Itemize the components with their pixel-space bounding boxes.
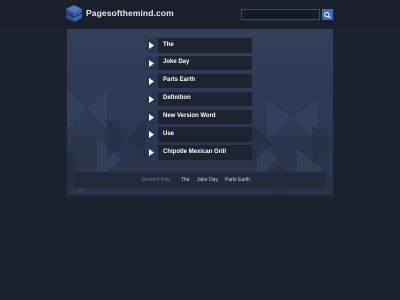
related-links-title: Related links <box>142 177 171 183</box>
link-arrow-box <box>146 91 158 107</box>
link-arrow-box <box>146 38 158 53</box>
related-link-joke-day[interactable]: Joke Day <box>197 177 218 183</box>
site-logo-icon[interactable] <box>66 5 82 22</box>
link-item-new-version-word[interactable]: New Version Word <box>146 109 252 125</box>
link-label: New Version Word <box>163 113 216 120</box>
play-arrow-icon <box>149 95 154 103</box>
related-link-the[interactable]: The <box>181 177 190 183</box>
play-arrow-icon <box>149 113 154 121</box>
header-bar: Pagesofthemind.com <box>0 0 400 28</box>
link-label: Parts Earth <box>163 77 196 84</box>
play-arrow-icon <box>149 42 154 49</box>
search-input[interactable] <box>241 9 320 20</box>
link-arrow-box <box>146 73 158 89</box>
link-item-definition[interactable]: Definition <box>146 91 252 107</box>
site-name[interactable]: Pagesofthemind.com <box>86 8 174 18</box>
link-arrow-box <box>146 145 158 160</box>
search-button[interactable] <box>322 9 333 20</box>
link-item-use[interactable]: Use <box>146 127 252 142</box>
link-list: The Joke Day Parts Earth Definition New … <box>146 38 252 163</box>
link-arrow-box <box>146 127 158 142</box>
search-icon <box>324 11 331 19</box>
link-item-joke-day[interactable]: Joke Day <box>146 55 252 71</box>
link-item-chipotle-mexican-grill[interactable]: Chipotle Mexican Grill <box>146 145 252 160</box>
play-arrow-icon <box>149 149 154 157</box>
related-links-bar: Related links The Joke Day Parts Earth <box>74 172 326 188</box>
play-arrow-icon <box>149 131 154 139</box>
link-label: Chipotle Mexican Grill <box>163 148 227 155</box>
main-panel: The Joke Day Parts Earth Definition New … <box>67 29 333 195</box>
related-link-parts-earth[interactable]: Parts Earth <box>225 177 250 183</box>
link-item-parts-earth[interactable]: Parts Earth <box>146 73 252 89</box>
link-label: Use <box>163 130 175 137</box>
link-arrow-box <box>146 55 158 71</box>
link-label: Joke Day <box>163 59 190 66</box>
link-label: The <box>163 41 174 48</box>
play-arrow-icon <box>149 59 154 67</box>
link-item-the[interactable]: The <box>146 38 252 53</box>
play-arrow-icon <box>149 77 154 85</box>
link-arrow-box <box>146 109 158 125</box>
link-label: Definition <box>163 95 191 102</box>
